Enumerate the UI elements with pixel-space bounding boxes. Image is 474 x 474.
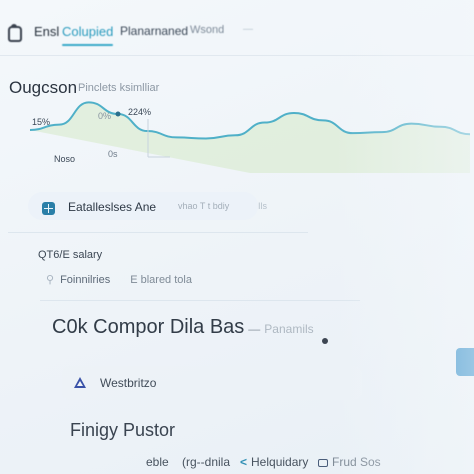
pill-detail: vhao T t bdiy <box>178 201 230 211</box>
chart-label-0s: 0s <box>108 149 118 159</box>
salary-item-left: Foinnilries <box>60 274 111 286</box>
pill-label: Eatalleslses Ane <box>68 200 157 214</box>
compare-title-text: C0k Compor Dila Bas <box>52 316 245 338</box>
top-divider <box>0 55 474 56</box>
background-haze <box>334 0 474 474</box>
west-label: Westbritzo <box>100 376 157 390</box>
section-subtitle: Pinclets ksimlliar <box>78 82 160 94</box>
chart-label-224: 224% <box>128 107 151 117</box>
chart-label-noso: Noso <box>54 154 75 164</box>
tab-colupied[interactable]: Colupied <box>62 24 114 46</box>
footer-item-4[interactable]: Frud Sos <box>318 455 381 469</box>
salary-item[interactable]: ⚲ Foinnilries E blared tola <box>46 273 192 286</box>
divider <box>40 300 360 301</box>
eatalleslses-row[interactable]: Eatalleslses Ane vhao T t bdiy Ils <box>28 192 267 220</box>
westbritzo-row[interactable]: Westbritzo <box>62 366 362 400</box>
pill-tail: Ils <box>258 201 267 211</box>
chart-label-15: 15% <box>32 117 50 127</box>
footer-item-1[interactable]: eble <box>146 455 169 469</box>
footer-item-4-label: Frud Sos <box>332 455 381 469</box>
status-dot <box>322 338 328 344</box>
tab-more[interactable]: — <box>243 24 253 35</box>
footer-item-3[interactable]: < Helquidary <box>240 455 308 469</box>
divider <box>8 232 308 233</box>
tab-ensl[interactable]: Ensl <box>34 24 59 39</box>
salary-item-right: E blared tola <box>130 274 192 286</box>
footer-item-2[interactable]: (rg--dnila <box>182 455 230 469</box>
compare-dash: — <box>248 322 261 336</box>
side-tab-button[interactable] <box>456 348 474 376</box>
trend-chart: 15% 0% 224% Noso 0s <box>29 101 471 173</box>
compare-muted: Panamils <box>264 322 314 336</box>
compare-title: C0k Compor Dila Bas — Panamils <box>52 316 314 339</box>
salary-label: QT6/E salary <box>38 249 103 261</box>
person-icon: ⚲ <box>46 274 55 286</box>
top-navigation: Ensl Colupied Planarnaned Wsond — <box>0 0 474 58</box>
footer-title: Finigy Pustor <box>70 420 176 440</box>
chevron-icon: < <box>240 455 248 469</box>
footer-item-3-label: Helquidary <box>251 455 309 469</box>
grid-icon <box>42 202 55 215</box>
tab-wsond[interactable]: Wsond <box>190 24 224 36</box>
warning-triangle-icon <box>74 377 86 388</box>
chart-highlight-point <box>115 111 121 117</box>
tab-planarnaned[interactable]: Planarnaned <box>120 24 188 38</box>
chart-area <box>30 102 470 173</box>
box-icon <box>318 458 328 467</box>
app-bag-icon[interactable] <box>8 24 22 42</box>
chart-label-0: 0% <box>98 111 111 121</box>
